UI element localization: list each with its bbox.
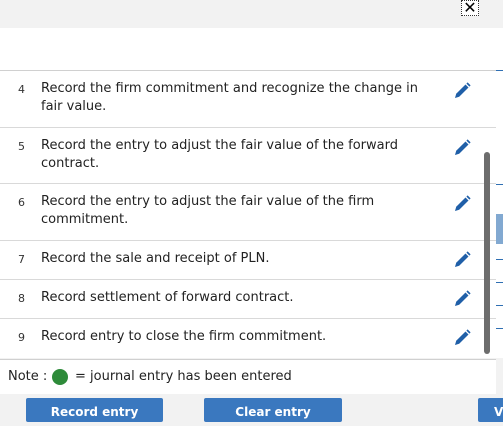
transaction-description: Record the sale and receipt of PLN. (41, 251, 270, 266)
transaction-description: Record settlement of forward contract. (41, 290, 294, 305)
edge-line (496, 70, 503, 71)
legend-note: Note : = journal entry has been entered (0, 359, 496, 394)
view-button[interactable]: V (478, 398, 503, 422)
edge-highlight (496, 214, 503, 244)
transaction-number: 6 (18, 196, 25, 209)
transaction-description: Record the entry to adjust the fair valu… (41, 194, 375, 227)
transaction-row-4: 4 Record the firm commitment and recogni… (0, 71, 496, 128)
green-dot-icon (52, 369, 68, 385)
transaction-number: 4 (18, 83, 25, 96)
transaction-description: Record the firm commitment and recognize… (41, 81, 418, 114)
pencil-edit-icon[interactable] (452, 289, 472, 309)
underlying-window-edge (496, 28, 503, 358)
transaction-row-6: 6 Record the entry to adjust the fair va… (0, 184, 496, 241)
list-header-area (0, 28, 496, 71)
transaction-description: Record entry to close the firm commitmen… (41, 329, 327, 344)
record-entry-button[interactable]: Record entry (26, 398, 163, 422)
transaction-number: 8 (18, 292, 25, 305)
edge-line (496, 184, 503, 185)
pencil-edit-icon[interactable] (452, 81, 472, 101)
close-icon: ✕ (463, 0, 477, 17)
edge-line (496, 305, 503, 306)
vertical-scrollbar[interactable] (484, 152, 490, 354)
pencil-edit-icon[interactable] (452, 194, 472, 214)
transaction-row-9: 9 Record entry to close the firm commitm… (0, 319, 496, 358)
close-button[interactable]: ✕ (461, 0, 479, 16)
transaction-number: 7 (18, 253, 25, 266)
transaction-description: Record the entry to adjust the fair valu… (41, 138, 398, 171)
transaction-row-7: 7 Record the sale and receipt of PLN. (0, 241, 496, 280)
note-label: Note : (8, 369, 48, 384)
edge-line (496, 259, 503, 260)
pencil-edit-icon[interactable] (452, 138, 472, 158)
pencil-edit-icon[interactable] (452, 328, 472, 348)
edge-line (496, 328, 503, 329)
note-text: = journal entry has been entered (75, 369, 292, 384)
edge-line (496, 282, 503, 283)
transaction-row-8: 8 Record settlement of forward contract. (0, 280, 496, 319)
clear-entry-button[interactable]: Clear entry (204, 398, 342, 422)
pencil-edit-icon[interactable] (452, 250, 472, 270)
transaction-number: 5 (18, 140, 25, 153)
transaction-number: 9 (18, 331, 25, 344)
transaction-row-5: 5 Record the entry to adjust the fair va… (0, 128, 496, 184)
transaction-list-panel: 4 Record the firm commitment and recogni… (0, 28, 496, 358)
